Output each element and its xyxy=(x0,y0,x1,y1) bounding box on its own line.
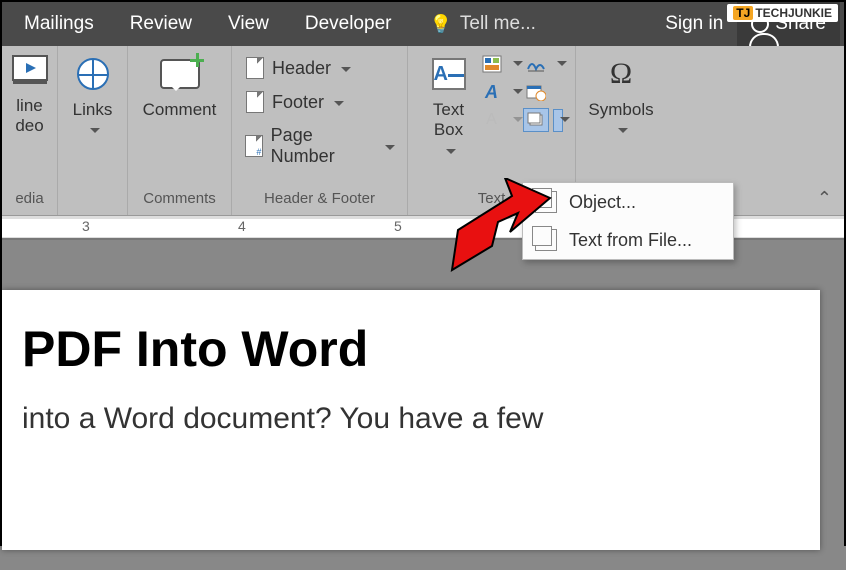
lightbulb-icon: 💡 xyxy=(429,14,451,35)
comment-button[interactable]: Comment xyxy=(135,50,225,124)
omega-icon: Ω xyxy=(610,56,632,92)
online-video-button[interactable]: line deo xyxy=(10,50,50,137)
annotation-arrow xyxy=(450,178,560,278)
text-box-button[interactable]: A Text Box xyxy=(421,50,477,165)
object-button[interactable] xyxy=(523,108,549,132)
chevron-down-icon xyxy=(337,58,351,79)
sign-in-button[interactable]: Sign in xyxy=(651,2,737,46)
tell-me-search[interactable]: 💡 Tell me... xyxy=(429,13,535,35)
text-box-icon: A xyxy=(432,58,466,90)
globe-icon xyxy=(77,58,109,90)
chevron-down-icon xyxy=(614,120,628,140)
page-header-icon xyxy=(246,57,264,79)
quick-parts-icon xyxy=(482,55,502,73)
object-dropdown-toggle[interactable] xyxy=(553,109,563,132)
symbols-button[interactable]: Ω Symbols xyxy=(580,50,661,145)
tab-view[interactable]: View xyxy=(210,2,287,46)
object-icon xyxy=(527,112,545,128)
chevron-down-icon xyxy=(330,92,344,113)
links-button[interactable]: Links xyxy=(65,50,121,145)
document-heading: PDF Into Word xyxy=(22,320,800,378)
ribbon-tabs: Mailings Review View Developer 💡 Tell me… xyxy=(2,2,844,46)
quick-parts-button[interactable] xyxy=(479,52,505,76)
header-button[interactable]: Header xyxy=(238,54,401,82)
chevron-down-icon xyxy=(442,141,456,161)
tab-review[interactable]: Review xyxy=(112,2,210,46)
group-label-header-footer: Header & Footer xyxy=(264,186,375,213)
plus-icon xyxy=(190,53,204,67)
chevron-down-icon xyxy=(381,136,395,157)
group-label-media: edia xyxy=(15,186,43,213)
drop-cap-button[interactable]: A xyxy=(479,108,505,132)
chevron-down-icon xyxy=(86,120,100,140)
watermark-logo: TJTECHJUNKIE xyxy=(727,4,838,22)
document-page[interactable]: PDF Into Word into a Word document? You … xyxy=(2,290,820,550)
wordart-button[interactable]: A xyxy=(479,80,505,104)
date-time-button[interactable] xyxy=(523,80,549,104)
page-footer-icon xyxy=(246,91,264,113)
date-time-icon xyxy=(526,83,546,101)
footer-button[interactable]: Footer xyxy=(238,88,401,116)
signature-line-button[interactable] xyxy=(523,52,549,76)
signature-icon xyxy=(526,55,546,73)
page-number-button[interactable]: # Page Number xyxy=(238,122,401,170)
comment-icon xyxy=(160,59,200,89)
tab-mailings[interactable]: Mailings xyxy=(6,2,112,46)
video-icon xyxy=(12,55,48,85)
page-number-icon: # xyxy=(245,135,263,157)
group-label-comments: Comments xyxy=(143,186,216,213)
document-area: PDF Into Word into a Word document? You … xyxy=(2,240,844,570)
document-body-text: into a Word document? You have a few xyxy=(22,402,800,436)
drop-cap-icon: A xyxy=(486,111,497,129)
tab-developer[interactable]: Developer xyxy=(287,2,410,46)
collapse-ribbon-button[interactable]: ⌃ xyxy=(817,188,832,209)
wordart-icon: A xyxy=(485,82,498,103)
